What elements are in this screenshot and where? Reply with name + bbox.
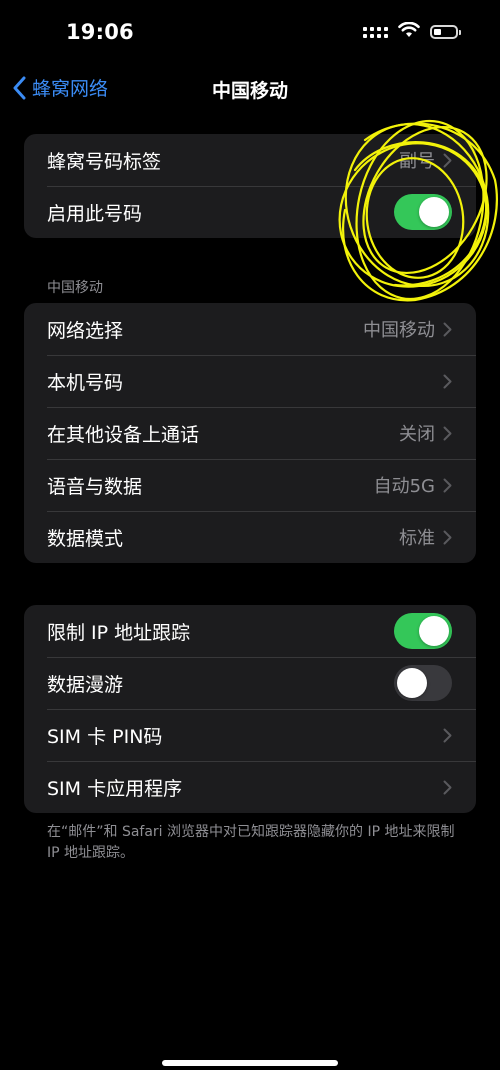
row-value: 关闭 (399, 424, 435, 445)
enable-line-row: 启用此号码 (24, 186, 476, 238)
chevron-right-icon (443, 153, 452, 167)
back-button[interactable]: 蜂窝网络 (12, 74, 108, 101)
ip-tracking-footnote: 在“邮件”和 Safari 浏览器中对已知跟踪器隐藏你的 IP 地址来限制 IP… (47, 824, 455, 861)
row-value: 中国移动 (363, 320, 435, 341)
calls-on-other-devices-row[interactable]: 在其他设备上通话 关闭 (24, 407, 476, 459)
row-label: 语音与数据 (47, 475, 143, 498)
chevron-right-icon (443, 374, 452, 388)
chevron-right-icon (443, 728, 452, 742)
chevron-right-icon (443, 478, 452, 492)
limit-ip-tracking-toggle[interactable] (394, 613, 452, 649)
sim-pin-row[interactable]: SIM 卡 PIN码 (24, 709, 476, 761)
row-value: 副号 (399, 151, 435, 172)
battery-icon (430, 25, 461, 39)
privacy-sim-group: 限制 IP 地址跟踪 数据漫游 SIM 卡 PIN码 SIM 卡应用程序 (24, 605, 476, 813)
data-roaming-row: 数据漫游 (24, 657, 476, 709)
row-label: SIM 卡应用程序 (47, 777, 183, 800)
row-value: 自动5G (373, 476, 435, 497)
enable-line-toggle[interactable] (394, 194, 452, 230)
navigation-bar: 蜂窝网络 中国移动 (0, 66, 500, 110)
cellular-number-label-row[interactable]: 蜂窝号码标签 副号 (24, 134, 476, 186)
status-icons (363, 21, 461, 42)
chevron-right-icon (443, 530, 452, 544)
status-bar: 19:06 (0, 0, 500, 66)
status-time: 19:06 (66, 20, 134, 44)
row-label: 本机号码 (47, 371, 124, 394)
row-label: 启用此号码 (47, 202, 143, 225)
data-roaming-toggle[interactable] (394, 665, 452, 701)
chevron-right-icon (443, 780, 452, 794)
data-mode-row[interactable]: 数据模式 标准 (24, 511, 476, 563)
my-number-row[interactable]: 本机号码 (24, 355, 476, 407)
chevron-left-icon (13, 76, 26, 99)
row-label: 网络选择 (47, 319, 124, 342)
sim-settings-group: 蜂窝号码标签 副号 启用此号码 (24, 134, 476, 238)
back-button-label: 蜂窝网络 (32, 78, 109, 100)
chevron-right-icon (443, 322, 452, 336)
home-indicator[interactable] (162, 1060, 338, 1066)
voice-and-data-row[interactable]: 语音与数据 自动5G (24, 459, 476, 511)
row-value: 标准 (399, 528, 435, 549)
row-label: 数据漫游 (47, 673, 124, 696)
row-label: 限制 IP 地址跟踪 (47, 621, 191, 644)
row-label: 蜂窝号码标签 (47, 150, 162, 173)
row-label: 数据模式 (47, 527, 124, 550)
sim-applications-row[interactable]: SIM 卡应用程序 (24, 761, 476, 813)
section-header: 中国移动 (47, 280, 103, 296)
row-label: SIM 卡 PIN码 (47, 725, 163, 748)
carrier-settings-group: 网络选择 中国移动 本机号码 在其他设备上通话 关闭 语音与数据 自动5G 数据… (24, 303, 476, 563)
wifi-icon (398, 21, 420, 42)
limit-ip-tracking-row: 限制 IP 地址跟踪 (24, 605, 476, 657)
cellular-signal-icon (363, 26, 388, 38)
row-label: 在其他设备上通话 (47, 423, 200, 446)
network-selection-row[interactable]: 网络选择 中国移动 (24, 303, 476, 355)
chevron-right-icon (443, 426, 452, 440)
